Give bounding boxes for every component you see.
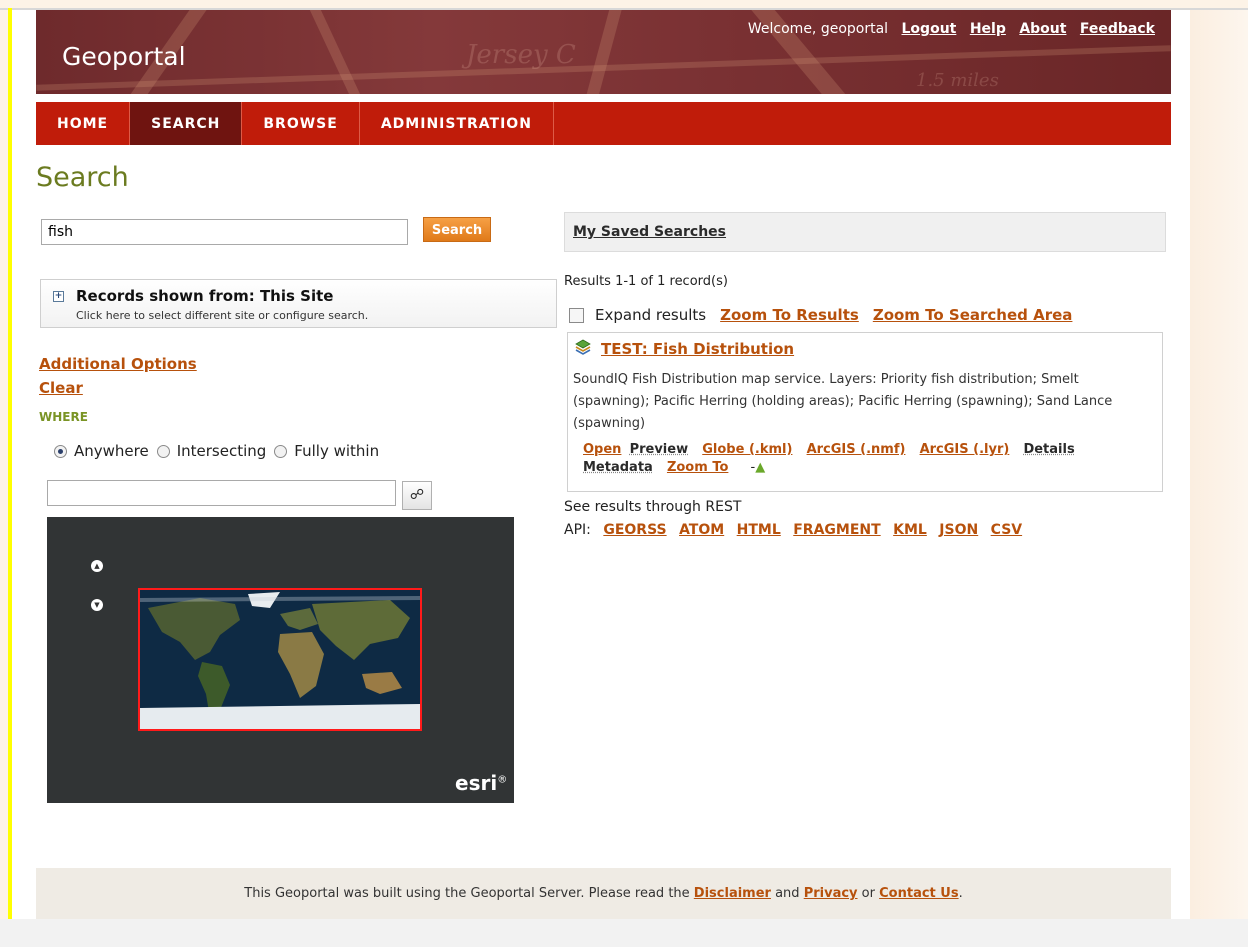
footer-text: This Geoportal was built using the Geopo… <box>36 886 1171 901</box>
footer: This Geoportal was built using the Geopo… <box>36 868 1171 919</box>
map-view[interactable]: ▲ ▼ esri® <box>47 517 514 803</box>
user-links: Welcome, geoportal Logout Help About Fee… <box>748 21 1155 37</box>
zoom-to-link[interactable]: Zoom To <box>667 460 728 475</box>
zoom-to-results-link[interactable]: Zoom To Results <box>720 306 859 324</box>
footer-and: and <box>775 886 800 901</box>
result-title-link[interactable]: TEST: Fish Distribution <box>601 340 794 358</box>
clear-link[interactable]: Clear <box>39 379 83 397</box>
site-banner: Jersey C 1.5 miles Geoportal Welcome, ge… <box>36 10 1171 94</box>
globe-kml-link[interactable]: Globe (.kml) <box>702 442 792 457</box>
logout-link[interactable]: Logout <box>902 21 957 37</box>
about-link[interactable]: About <box>1019 21 1066 37</box>
api-label: API: <box>564 522 591 538</box>
map-extent-box[interactable] <box>138 588 422 731</box>
footer-or: or <box>861 886 875 901</box>
esri-logo-text: esri <box>455 771 498 795</box>
saved-searches-label[interactable]: My Saved Searches <box>573 224 726 240</box>
expand-plus-icon[interactable]: + <box>53 291 64 302</box>
tab-browse[interactable]: BROWSE <box>242 102 360 145</box>
where-label: WHERE <box>39 410 88 424</box>
binoculars-icon[interactable]: ☍ <box>402 481 432 510</box>
search-button[interactable]: Search <box>423 217 491 242</box>
radio-anywhere[interactable] <box>54 444 67 458</box>
rest-text: See results through REST <box>564 499 742 515</box>
contact-us-link[interactable]: Contact Us <box>879 886 958 901</box>
preview-link[interactable]: Preview <box>630 442 689 457</box>
footer-suffix: . <box>958 886 963 901</box>
privacy-link[interactable]: Privacy <box>804 886 858 901</box>
right-page-margin <box>1190 10 1248 919</box>
map-label-decoration: Jersey C <box>466 40 576 70</box>
api-links: API: GEORSS ATOM HTML FRAGMENT KML JSON … <box>564 522 1022 538</box>
saved-searches-panel[interactable]: My Saved Searches <box>564 212 1166 252</box>
esri-logo: esri® <box>455 771 507 795</box>
help-link[interactable]: Help <box>970 21 1006 37</box>
additional-options-link[interactable]: Additional Options <box>39 355 197 373</box>
result-description: SoundIQ Fish Distribution map service. L… <box>573 372 1113 431</box>
zoom-in-icon[interactable]: ▲ <box>91 560 103 572</box>
result-actions: Open Preview Globe (.kml) ArcGIS (.nmf) … <box>583 441 1158 477</box>
map-road-decoration <box>578 10 626 94</box>
site-title[interactable]: Geoportal <box>62 42 186 71</box>
arcgis-nmf-link[interactable]: ArcGIS (.nmf) <box>807 442 906 457</box>
radio-intersecting[interactable] <box>156 444 170 458</box>
main-nav: HOME SEARCH BROWSE ADMINISTRATION <box>36 102 1171 145</box>
api-kml-link[interactable]: KML <box>893 522 927 538</box>
search-input[interactable] <box>41 219 408 245</box>
zoom-out-icon[interactable]: ▼ <box>91 599 103 611</box>
records-source-title: Records shown from: This Site <box>76 287 334 305</box>
zoom-to-searched-area-link[interactable]: Zoom To Searched Area <box>873 306 1073 324</box>
map-label-decoration: 1.5 miles <box>916 70 999 91</box>
tab-home[interactable]: HOME <box>36 102 131 145</box>
footer-prefix: This Geoportal was built using the Geopo… <box>244 886 690 901</box>
page-title: Search <box>36 162 129 193</box>
result-card: TEST: Fish Distribution SoundIQ Fish Dis… <box>567 332 1163 492</box>
api-json-link[interactable]: JSON <box>939 522 978 538</box>
registered-mark: ® <box>497 774 508 786</box>
map-road-decoration <box>308 10 374 94</box>
tab-administration[interactable]: ADMINISTRATION <box>360 102 554 145</box>
spatial-filter-options: Anywhere Intersecting Fully within <box>54 442 387 460</box>
open-link[interactable]: Open <box>583 442 621 457</box>
api-csv-link[interactable]: CSV <box>991 522 1022 538</box>
feedback-link[interactable]: Feedback <box>1080 21 1155 37</box>
left-yellow-rule <box>8 8 12 919</box>
radio-anywhere-label[interactable]: Anywhere <box>74 442 149 460</box>
radio-fully-within-label[interactable]: Fully within <box>294 442 379 460</box>
radio-fully-within[interactable] <box>274 444 288 458</box>
arcgis-lyr-link[interactable]: ArcGIS (.lyr) <box>920 442 1010 457</box>
records-source-panel[interactable]: + Records shown from: This Site Click he… <box>40 279 557 328</box>
welcome-text: Welcome, geoportal <box>747 21 889 37</box>
radio-intersecting-label[interactable]: Intersecting <box>177 442 267 460</box>
layers-icon <box>575 339 591 355</box>
details-link[interactable]: Details <box>1023 442 1074 457</box>
metadata-link[interactable]: Metadata <box>583 460 653 475</box>
expand-results-label[interactable]: Expand results <box>595 306 706 324</box>
world-imagery <box>140 590 420 729</box>
results-toolbar: Expand results Zoom To Results Zoom To S… <box>569 306 1072 324</box>
disclaimer-link[interactable]: Disclaimer <box>694 886 771 901</box>
api-georss-link[interactable]: GEORSS <box>603 522 666 538</box>
api-fragment-link[interactable]: FRAGMENT <box>793 522 880 538</box>
records-source-subtitle: Click here to select different site or c… <box>76 309 369 322</box>
api-atom-link[interactable]: ATOM <box>679 522 724 538</box>
location-search-input[interactable] <box>47 480 396 506</box>
api-html-link[interactable]: HTML <box>737 522 781 538</box>
thumbs-up-icon[interactable]: ▲ <box>755 460 765 475</box>
bottom-page-margin <box>0 919 1248 947</box>
expand-results-checkbox[interactable] <box>569 307 584 323</box>
results-count: Results 1-1 of 1 record(s) <box>564 274 728 289</box>
tab-search[interactable]: SEARCH <box>130 102 243 145</box>
